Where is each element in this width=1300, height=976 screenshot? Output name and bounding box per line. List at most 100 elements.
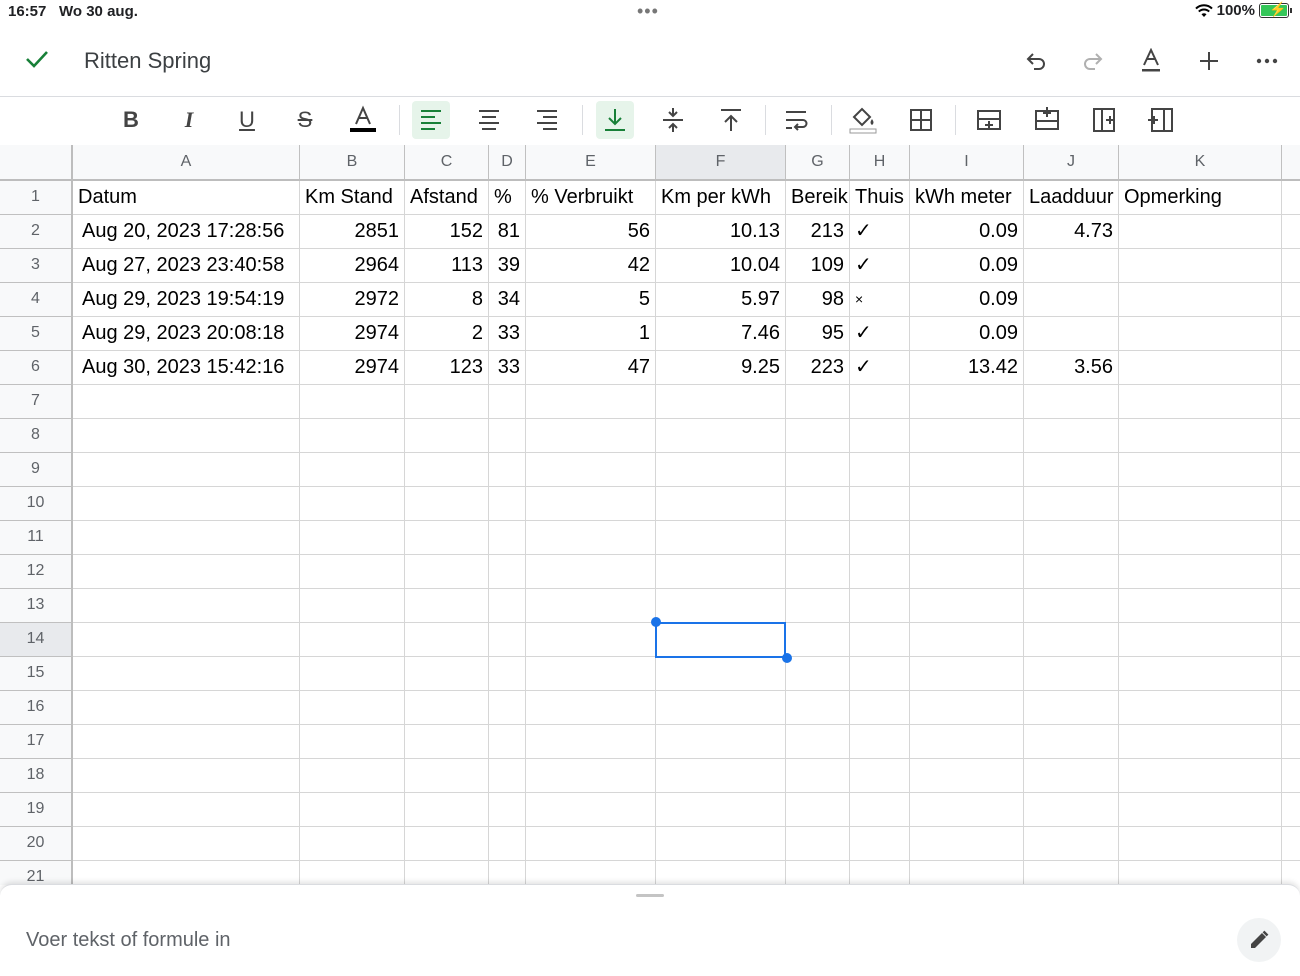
cell[interactable] (910, 759, 1024, 793)
cell[interactable]: 0.09 (910, 215, 1024, 249)
cell[interactable] (526, 623, 656, 657)
cell[interactable] (1024, 453, 1119, 487)
cell[interactable] (526, 521, 656, 555)
cell[interactable] (300, 691, 405, 725)
cell[interactable] (910, 453, 1024, 487)
cell[interactable] (786, 759, 850, 793)
cell[interactable] (526, 419, 656, 453)
cell[interactable] (1282, 453, 1300, 487)
cell[interactable] (1119, 827, 1282, 861)
cell[interactable] (526, 725, 656, 759)
cell[interactable] (300, 623, 405, 657)
row-header-3[interactable]: 3 (0, 249, 73, 283)
cell[interactable] (910, 623, 1024, 657)
text-wrap-icon[interactable] (778, 101, 816, 139)
cell[interactable] (1282, 283, 1300, 317)
valign-middle-icon[interactable] (654, 101, 692, 139)
cell[interactable] (1119, 419, 1282, 453)
cell[interactable] (1024, 793, 1119, 827)
cell[interactable] (786, 691, 850, 725)
row-header-20[interactable]: 20 (0, 827, 73, 861)
cell[interactable] (850, 793, 910, 827)
cell[interactable]: 5 (526, 283, 656, 317)
cell[interactable]: % Verbruikt (526, 181, 656, 215)
cell[interactable] (656, 861, 786, 885)
cell[interactable] (489, 623, 526, 657)
insert-column-right-icon[interactable] (1086, 101, 1124, 139)
cell[interactable]: Laadduur (1024, 181, 1119, 215)
cell[interactable] (1119, 725, 1282, 759)
cell[interactable] (910, 793, 1024, 827)
cell[interactable] (73, 759, 300, 793)
cell[interactable]: 13.42 (910, 351, 1024, 385)
cell[interactable] (489, 827, 526, 861)
row-header-15[interactable]: 15 (0, 657, 73, 691)
cell[interactable]: Opmerking (1119, 181, 1282, 215)
cell[interactable]: 95 (786, 317, 850, 351)
cell[interactable] (73, 589, 300, 623)
cell[interactable] (786, 827, 850, 861)
cell[interactable]: Km per kWh (656, 181, 786, 215)
cell[interactable]: 109 (786, 249, 850, 283)
cell[interactable] (73, 555, 300, 589)
cell[interactable] (405, 589, 489, 623)
column-header-d[interactable]: D (489, 145, 526, 181)
cell[interactable] (73, 419, 300, 453)
cell[interactable] (850, 759, 910, 793)
valign-top-icon[interactable] (712, 101, 750, 139)
cell[interactable] (1282, 691, 1300, 725)
row-header-11[interactable]: 11 (0, 521, 73, 555)
row-header-8[interactable]: 8 (0, 419, 73, 453)
cell[interactable] (405, 453, 489, 487)
cell[interactable] (910, 827, 1024, 861)
cell[interactable] (489, 521, 526, 555)
cell[interactable] (1119, 351, 1282, 385)
cell[interactable] (1282, 249, 1300, 283)
cell[interactable] (1119, 589, 1282, 623)
cell[interactable] (1282, 215, 1300, 249)
cell[interactable] (489, 589, 526, 623)
cell[interactable] (526, 555, 656, 589)
cell[interactable] (489, 793, 526, 827)
cell[interactable]: 2964 (300, 249, 405, 283)
column-header-g[interactable]: G (786, 145, 850, 181)
row-header-6[interactable]: 6 (0, 351, 73, 385)
cell[interactable] (73, 385, 300, 419)
cell[interactable] (526, 487, 656, 521)
cell[interactable]: 5.97 (656, 283, 786, 317)
cell[interactable] (1024, 691, 1119, 725)
cell[interactable] (489, 759, 526, 793)
formula-input[interactable]: Voer tekst of formule in (26, 929, 231, 952)
cell[interactable]: 39 (489, 249, 526, 283)
cell[interactable] (786, 657, 850, 691)
insert-row-below-icon[interactable] (1028, 101, 1066, 139)
cell[interactable] (300, 861, 405, 885)
cell[interactable]: Km Stand (300, 181, 405, 215)
cell[interactable] (405, 521, 489, 555)
column-header-h[interactable]: H (850, 145, 910, 181)
insert-column-left-icon[interactable] (1142, 101, 1180, 139)
cell[interactable]: 2972 (300, 283, 405, 317)
cell[interactable] (300, 725, 405, 759)
cell[interactable]: 2851 (300, 215, 405, 249)
cell[interactable] (405, 861, 489, 885)
cell[interactable] (910, 555, 1024, 589)
cell[interactable] (850, 657, 910, 691)
cell[interactable]: Afstand (405, 181, 489, 215)
cell[interactable] (850, 453, 910, 487)
cell[interactable]: 0.09 (910, 249, 1024, 283)
row-header-19[interactable]: 19 (0, 793, 73, 827)
multitasking-dots-icon[interactable]: ••• (637, 2, 659, 20)
cell[interactable] (73, 487, 300, 521)
done-check-icon[interactable] (24, 46, 50, 72)
cell[interactable] (300, 589, 405, 623)
cell[interactable]: 10.13 (656, 215, 786, 249)
cell[interactable] (1119, 759, 1282, 793)
cell[interactable] (786, 385, 850, 419)
cell[interactable] (1282, 555, 1300, 589)
cell[interactable] (1119, 215, 1282, 249)
cell[interactable] (1119, 317, 1282, 351)
cell[interactable]: 123 (405, 351, 489, 385)
select-all-corner[interactable] (0, 145, 73, 181)
column-header-j[interactable]: J (1024, 145, 1119, 181)
